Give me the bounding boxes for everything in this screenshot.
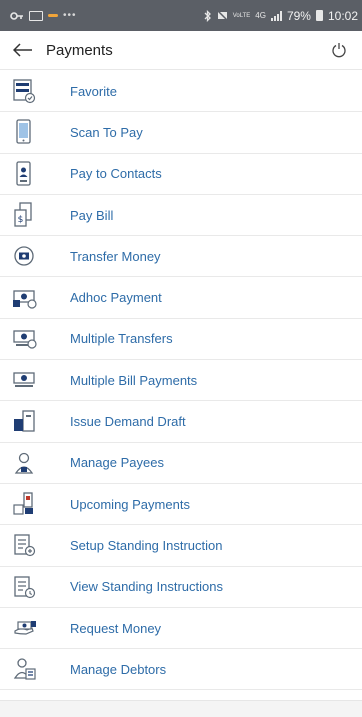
menu-item-adhoc-payment[interactable]: Adhoc Payment: [0, 277, 362, 319]
manage-debtors-icon: [0, 649, 60, 689]
upcoming-payments-icon: [0, 484, 60, 524]
menu-item-request-money[interactable]: Request Money: [0, 608, 362, 650]
menu-item-setup-standing-instruction[interactable]: Setup Standing Instruction: [0, 525, 362, 567]
view-instructions-icon: [0, 567, 60, 607]
battery-percent: 79%: [286, 8, 311, 23]
key-icon: [10, 11, 24, 21]
multiple-transfers-icon: [0, 319, 60, 359]
menu-label: Transfer Money: [70, 248, 161, 264]
menu-label: Adhoc Payment: [70, 290, 162, 306]
menu-item-view-standing-instructions[interactable]: View Standing Instructions: [0, 567, 362, 608]
menu-item-manage-payees[interactable]: Manage Payees: [0, 443, 362, 484]
menu-label: Multiple Bill Payments: [70, 372, 198, 388]
svg-text:$: $: [18, 215, 24, 225]
menu-item-upcoming-payments[interactable]: Upcoming Payments: [0, 484, 362, 526]
contact-phone-icon: [0, 154, 60, 194]
menu-label: Upcoming Payments: [70, 496, 190, 512]
menu-item-pay-bill[interactable]: $ Pay Bill: [0, 195, 362, 237]
favorite-card-icon: [0, 71, 60, 111]
menu-item-scan-to-pay[interactable]: Scan To Pay: [0, 112, 362, 154]
manage-payees-icon: [0, 443, 60, 483]
setup-instruction-icon: [0, 525, 60, 565]
menu-item-pay-to-contacts[interactable]: Pay to Contacts: [0, 154, 362, 195]
menu-label: Setup Standing Instruction: [70, 537, 223, 553]
power-icon[interactable]: [328, 39, 350, 61]
request-money-icon: [0, 608, 60, 648]
menu-label: Scan To Pay: [70, 124, 143, 140]
menu-item-multiple-transfers[interactable]: Multiple Transfers: [0, 319, 362, 361]
network-type-icon: 4G: [255, 11, 266, 20]
mute-icon: [217, 10, 228, 21]
menu-label: Manage Debtors: [70, 661, 167, 677]
volte-icon: VoLTE: [232, 12, 251, 19]
menu-label: Request Money: [70, 620, 162, 636]
bill-icon: $: [0, 195, 60, 235]
menu-label: View Standing Instructions: [70, 579, 223, 595]
menu-label: Pay to Contacts: [70, 166, 162, 182]
bottom-strip: [0, 700, 362, 717]
transfer-money-icon: [0, 236, 60, 276]
more-notifications-icon: •••: [63, 10, 77, 21]
menu-label: Favorite: [70, 83, 117, 99]
clock: 10:02: [327, 8, 358, 23]
status-left: •••: [10, 10, 77, 21]
page-title: Payments: [46, 41, 113, 59]
menu-label: Pay Bill: [70, 207, 114, 223]
menu-item-issue-demand-draft[interactable]: Issue Demand Draft: [0, 401, 362, 443]
menu-item-transfer-money[interactable]: Transfer Money: [0, 236, 362, 278]
menu-label: Multiple Transfers: [70, 331, 173, 347]
menu-item-manage-debtors[interactable]: Manage Debtors: [0, 649, 362, 691]
menu-label: Manage Payees: [70, 455, 164, 471]
status-right: VoLTE 4G 79% 10:02: [204, 9, 358, 23]
bluetooth-icon: [204, 9, 212, 22]
menu-item-multiple-bill-payments[interactable]: Multiple Bill Payments: [0, 360, 362, 402]
menu-item-favorite[interactable]: Favorite: [0, 71, 362, 113]
adhoc-payment-icon: [0, 277, 60, 317]
notification-icon: [48, 14, 58, 17]
menu-label: Issue Demand Draft: [70, 414, 186, 430]
battery-icon: [315, 10, 323, 21]
demand-draft-icon: [0, 401, 60, 441]
status-bar: ••• VoLTE 4G 79% 10:02: [0, 0, 362, 31]
signal-icon: [270, 10, 282, 21]
image-icon: [29, 10, 43, 21]
payments-menu: Favorite Scan To Pay Pay to Contacts $ P…: [0, 71, 362, 691]
multiple-bills-icon: [0, 360, 60, 400]
back-arrow-icon[interactable]: [10, 38, 36, 62]
app-header: Payments: [0, 31, 362, 70]
scan-phone-icon: [0, 112, 60, 152]
header-left: Payments: [10, 38, 113, 62]
